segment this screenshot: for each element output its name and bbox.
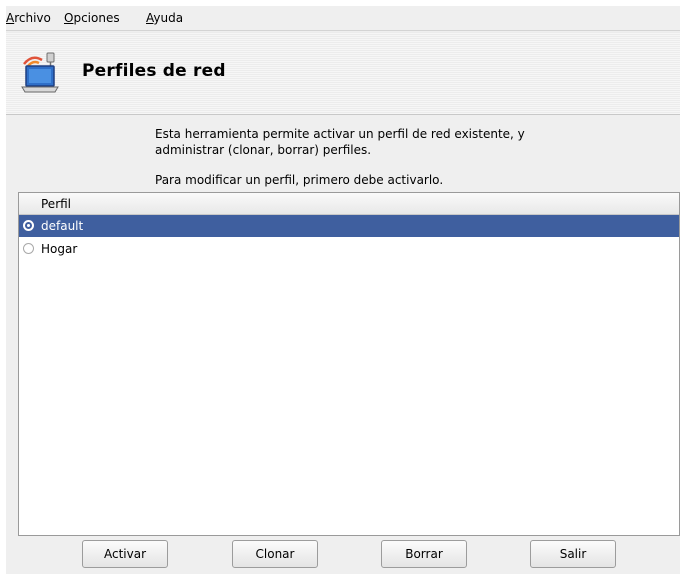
menu-archivo-mnemonic: A — [6, 11, 15, 25]
main-window: Archivo Opciones Ayuda Perfiles de red E… — [6, 6, 680, 574]
column-header-perfil: Perfil — [41, 197, 72, 211]
profile-list[interactable]: Perfil default Hogar — [18, 192, 680, 536]
page-title: Perfiles de red — [82, 61, 226, 81]
profile-row-hogar[interactable]: Hogar — [19, 238, 679, 260]
quit-button[interactable]: Salir — [530, 540, 616, 568]
profile-label: Hogar — [41, 242, 78, 256]
description-line-2: administrar (clonar, borrar) perfiles. — [155, 143, 372, 157]
clone-button[interactable]: Clonar — [232, 540, 318, 568]
menubar: Archivo Opciones Ayuda — [6, 6, 680, 31]
menu-ayuda[interactable]: Ayuda — [146, 11, 183, 25]
description-line-1: Esta herramienta permite activar un perf… — [155, 127, 525, 141]
profile-label: default — [41, 219, 84, 233]
header-banner: Perfiles de red — [6, 32, 680, 115]
menu-archivo[interactable]: Archivo — [6, 11, 51, 25]
menu-archivo-label: rchivo — [14, 11, 51, 25]
menu-opciones[interactable]: Opciones — [64, 11, 120, 25]
radio-unselected-icon[interactable] — [23, 243, 34, 254]
profile-row-default[interactable]: default — [19, 215, 679, 237]
menu-ayuda-label: yuda — [153, 11, 184, 25]
delete-button[interactable]: Borrar — [381, 540, 467, 568]
menu-opciones-label: pciones — [73, 11, 120, 25]
description-line-3: Para modificar un perfil, primero debe a… — [155, 173, 444, 187]
activate-button[interactable]: Activar — [82, 540, 168, 568]
list-header[interactable]: Perfil — [19, 193, 679, 215]
radio-selected-icon[interactable] — [23, 220, 34, 231]
network-profile-icon — [21, 52, 59, 93]
